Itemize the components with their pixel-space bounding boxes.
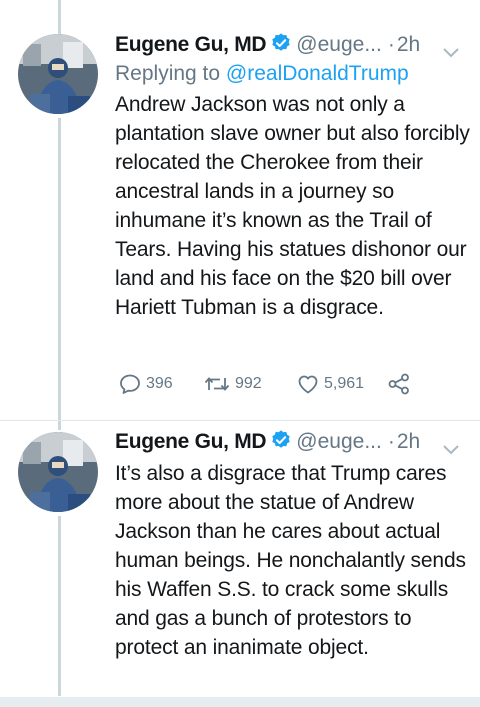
tweet-text: It’s also a disgrace that Trump cares mo… [115,462,466,659]
avatar[interactable] [18,34,98,114]
reply-count: 396 [146,375,173,392]
replying-to: Replying to @realDonaldTrump [115,60,470,88]
author-handle[interactable]: @euge... [296,33,382,56]
chevron-down-icon[interactable] [442,435,460,465]
tweet-1[interactable]: Eugene Gu, MD @euge... ·2h Replying to @re… [0,0,480,420]
tweet-actions: 396 992 5,961 [115,372,435,400]
separator-dot: · [387,430,395,453]
replying-to-label: Replying to [115,62,221,85]
tweet-header: Eugene Gu, MD @euge... ·2h [115,427,470,457]
author-name[interactable]: Eugene Gu, MD [115,33,267,56]
separator-dot: · [387,33,395,56]
tweet-2[interactable]: Eugene Gu, MD @euge... ·2h It’s also a dis… [0,421,480,697]
author-handle[interactable]: @euge... [296,430,382,453]
avatar[interactable] [18,432,98,512]
tweet-header: Eugene Gu, MD @euge... ·2h [115,30,470,60]
retweet-icon [203,372,231,396]
timestamp[interactable]: 2h [397,430,420,453]
mention-link[interactable]: @realDonaldTrump [226,62,409,85]
reply-button[interactable]: 396 [118,372,173,396]
share-icon [387,372,411,396]
tweet-text: Andrew Jackson was not only a plantation… [115,93,470,319]
heart-icon [296,372,320,396]
author-name[interactable]: Eugene Gu, MD [115,430,267,453]
verified-badge-icon [270,32,292,63]
retweet-button[interactable]: 992 [203,372,262,396]
like-count: 5,961 [324,375,365,392]
verified-badge-icon [270,429,292,460]
chevron-down-icon[interactable] [442,38,460,68]
share-button[interactable] [387,372,411,396]
retweet-count: 992 [235,375,262,392]
timestamp[interactable]: 2h [397,33,420,56]
like-button[interactable]: 5,961 [296,372,364,396]
bottom-edge [0,697,480,707]
reply-icon [118,372,142,396]
